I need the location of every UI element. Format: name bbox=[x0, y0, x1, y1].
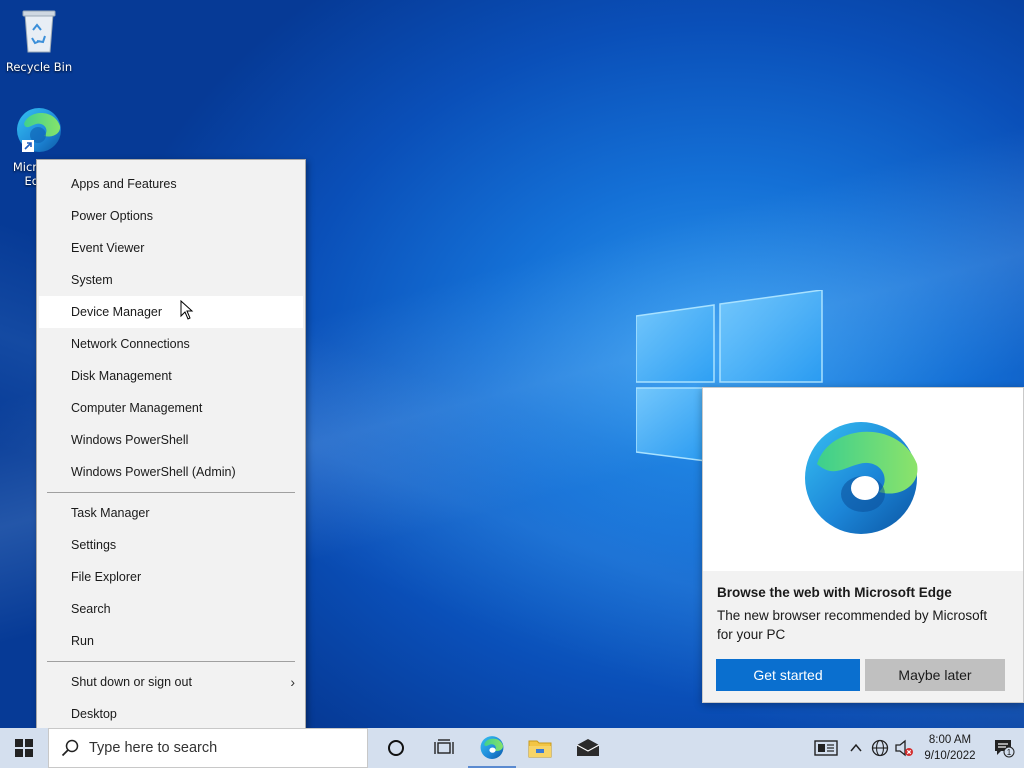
taskbar-edge-button[interactable] bbox=[468, 728, 516, 768]
menu-item-network-connections[interactable]: Network Connections bbox=[37, 328, 305, 360]
edge-promo-description: The new browser recommended by Microsoft… bbox=[717, 608, 988, 642]
start-button[interactable] bbox=[0, 728, 48, 768]
maybe-later-button[interactable]: Maybe later bbox=[865, 659, 1005, 691]
volume-button[interactable] bbox=[892, 728, 916, 768]
menu-item-settings[interactable]: Settings bbox=[37, 529, 305, 561]
taskbar: Type here to search 8:00 AM 9/10/2022 1 bbox=[0, 728, 1024, 768]
volume-muted-icon bbox=[895, 739, 913, 757]
desktop-icon-label: Recycle Bin bbox=[5, 60, 73, 74]
globe-network-icon bbox=[871, 739, 889, 757]
menu-item-task-manager[interactable]: Task Manager bbox=[37, 497, 305, 529]
windows-start-icon bbox=[15, 739, 33, 757]
power-user-menu: Apps and Features Power Options Event Vi… bbox=[36, 159, 306, 739]
edge-logo-icon bbox=[805, 422, 918, 534]
notification-icon: 1 bbox=[995, 740, 1015, 758]
get-started-button[interactable]: Get started bbox=[716, 659, 860, 691]
edge-promo-card: Browse the web with Microsoft Edge The n… bbox=[702, 387, 1024, 703]
news-icon bbox=[814, 740, 838, 756]
network-button[interactable] bbox=[868, 728, 892, 768]
task-view-icon bbox=[434, 739, 454, 754]
edge-promo-hero bbox=[703, 388, 1023, 571]
mouse-cursor-icon bbox=[180, 300, 194, 320]
menu-item-run[interactable]: Run bbox=[37, 625, 305, 657]
notification-count: 1 bbox=[1007, 748, 1012, 757]
mail-icon bbox=[576, 739, 600, 756]
search-placeholder: Type here to search bbox=[89, 740, 218, 756]
menu-item-label: Shut down or sign out bbox=[71, 675, 192, 689]
system-tray: 8:00 AM 9/10/2022 1 bbox=[808, 728, 1024, 768]
edge-icon bbox=[480, 736, 504, 759]
cortana-button[interactable] bbox=[372, 728, 420, 768]
task-view-button[interactable] bbox=[420, 728, 468, 768]
menu-item-system[interactable]: System bbox=[37, 264, 305, 296]
menu-item-power-options[interactable]: Power Options bbox=[37, 200, 305, 232]
news-widget-button[interactable] bbox=[808, 728, 844, 768]
menu-item-desktop[interactable]: Desktop bbox=[37, 698, 305, 730]
menu-item-file-explorer[interactable]: File Explorer bbox=[37, 561, 305, 593]
menu-separator bbox=[47, 661, 295, 662]
menu-item-computer-management[interactable]: Computer Management bbox=[37, 392, 305, 424]
taskbar-file-explorer-button[interactable] bbox=[516, 728, 564, 768]
folder-icon bbox=[528, 740, 552, 758]
cortana-circle-icon bbox=[388, 740, 404, 756]
menu-separator bbox=[47, 492, 295, 493]
clock-date: 9/10/2022 bbox=[924, 750, 976, 762]
taskbar-mail-button[interactable] bbox=[564, 728, 612, 768]
search-icon bbox=[61, 739, 79, 757]
chevron-up-icon bbox=[850, 743, 862, 752]
desktop-icon-recycle-bin[interactable]: Recycle Bin bbox=[2, 8, 76, 74]
taskbar-clock[interactable]: 8:00 AM 9/10/2022 bbox=[916, 732, 984, 764]
edge-icon bbox=[17, 108, 61, 152]
show-hidden-icons-button[interactable] bbox=[844, 728, 868, 768]
menu-item-search[interactable]: Search bbox=[37, 593, 305, 625]
menu-item-apps-and-features[interactable]: Apps and Features bbox=[37, 168, 305, 200]
menu-item-shut-down-or-sign-out[interactable]: Shut down or sign out › bbox=[37, 666, 305, 698]
menu-item-disk-management[interactable]: Disk Management bbox=[37, 360, 305, 392]
chevron-right-icon: › bbox=[290, 674, 295, 690]
action-center-button[interactable]: 1 bbox=[984, 728, 1024, 768]
menu-item-windows-powershell[interactable]: Windows PowerShell bbox=[37, 424, 305, 456]
menu-item-windows-powershell-admin[interactable]: Windows PowerShell (Admin) bbox=[37, 456, 305, 488]
menu-item-device-manager[interactable]: Device Manager bbox=[39, 296, 303, 328]
taskbar-search-box[interactable]: Type here to search bbox=[48, 728, 368, 768]
edge-promo-title: Browse the web with Microsoft Edge bbox=[717, 585, 952, 600]
menu-item-event-viewer[interactable]: Event Viewer bbox=[37, 232, 305, 264]
edge-promo-buttons: Get started Maybe later bbox=[716, 659, 1005, 691]
clock-time: 8:00 AM bbox=[928, 734, 972, 746]
recycle-bin-icon bbox=[22, 10, 56, 53]
